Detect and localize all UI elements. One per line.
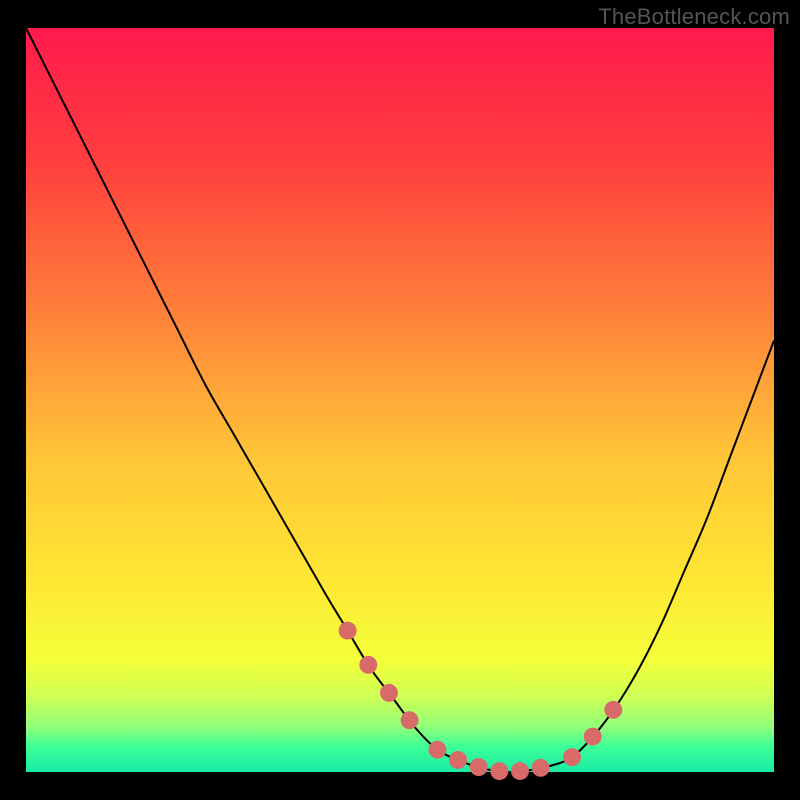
chart-svg [0,0,800,800]
chart-stage: TheBottleneck.com [0,0,800,800]
watermark-text: TheBottleneck.com [598,4,790,30]
plot-area [26,28,774,772]
